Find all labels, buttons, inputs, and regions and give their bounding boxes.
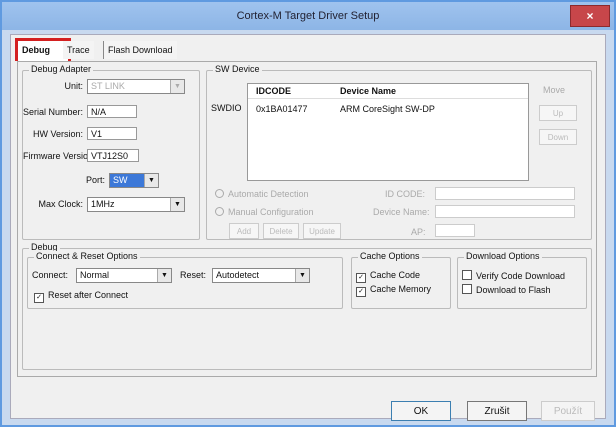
reset-label: Reset: xyxy=(180,270,207,280)
manual-config-radio[interactable]: Manual Configuration xyxy=(215,207,314,217)
unit-value: ST LINK xyxy=(91,81,125,91)
move-down-button[interactable]: Down xyxy=(539,129,577,145)
unit-select[interactable]: ST LINK ▼ xyxy=(87,79,185,94)
auto-detection-radio[interactable]: Automatic Detection xyxy=(215,189,309,199)
tab-panel: Debug Adapter Unit: ST LINK ▼ Serial Num… xyxy=(17,61,597,377)
swdio-label: SWDIO xyxy=(211,103,242,113)
reset-select[interactable]: Autodetect ▼ xyxy=(212,268,310,283)
cancel-button[interactable]: Zrušit xyxy=(467,401,527,421)
fw-version-field: VTJ12S0 xyxy=(87,149,139,162)
download-options-group: Download Options Verify Code Download Do… xyxy=(457,251,587,309)
serial-field: N/A xyxy=(87,105,137,118)
ap-field[interactable] xyxy=(435,224,475,237)
idcode-field[interactable] xyxy=(435,187,575,200)
cache-memory-label: Cache Memory xyxy=(370,284,432,294)
checkbox-icon xyxy=(462,284,472,294)
cache-code-label: Cache Code xyxy=(370,270,421,280)
dialog-client: Debug Trace Flash Download Debug Adapter… xyxy=(10,34,606,421)
row-idcode[interactable]: 0x1BA01477 xyxy=(256,104,308,114)
radio-icon xyxy=(215,207,224,216)
connect-label: Connect: xyxy=(32,270,69,280)
download-to-flash-label: Download to Flash xyxy=(476,285,551,295)
radio-icon xyxy=(215,189,224,198)
move-label: Move xyxy=(543,85,566,95)
group-label: Download Options xyxy=(464,251,542,261)
download-to-flash-checkbox[interactable]: Download to Flash xyxy=(462,284,551,295)
connect-value: Normal xyxy=(80,270,110,280)
unit-label: Unit: xyxy=(64,81,83,91)
sw-device-list[interactable]: IDCODE Device Name 0x1BA01477 ARM CoreSi… xyxy=(247,83,529,181)
group-label: Debug Adapter xyxy=(29,64,94,74)
move-up-button[interactable]: Up xyxy=(539,105,577,121)
cache-options-group: Cache Options ✓ Cache Code ✓ Cache Memory xyxy=(351,251,451,309)
checkmark-icon: ✓ xyxy=(34,293,44,303)
hw-version-field: V1 xyxy=(87,127,137,140)
title-bar[interactable]: Cortex-M Target Driver Setup × xyxy=(2,2,614,30)
fw-version-label: Firmware Version: xyxy=(23,151,96,161)
checkmark-icon: ✓ xyxy=(356,287,366,297)
add-button[interactable]: Add xyxy=(229,223,259,239)
group-label: Cache Options xyxy=(358,251,422,261)
debug-adapter-group: Debug Adapter Unit: ST LINK ▼ Serial Num… xyxy=(22,64,200,240)
ok-button[interactable]: OK xyxy=(391,401,451,421)
max-clock-label: Max Clock: xyxy=(38,199,83,209)
max-clock-value: 1MHz xyxy=(91,199,115,209)
serial-label: Serial Number: xyxy=(23,107,84,117)
tab-flash-download[interactable]: Flash Download xyxy=(103,41,177,59)
cache-code-checkbox[interactable]: ✓ Cache Code xyxy=(356,270,420,283)
group-label: Connect & Reset Options xyxy=(34,251,140,261)
port-label: Port: xyxy=(85,175,105,185)
col-idcode: IDCODE xyxy=(256,86,292,96)
dialog-window: Cortex-M Target Driver Setup × Debug Tra… xyxy=(0,0,616,427)
idcode-label: ID CODE: xyxy=(385,189,426,199)
tab-trace[interactable]: Trace xyxy=(63,41,94,59)
reset-after-connect-label: Reset after Connect xyxy=(48,290,129,300)
auto-detection-label: Automatic Detection xyxy=(228,189,309,199)
col-device-name: Device Name xyxy=(340,86,397,96)
chevron-down-icon: ▼ xyxy=(157,269,171,282)
connect-reset-group: Connect & Reset Options Connect: Normal … xyxy=(27,251,343,309)
port-select[interactable]: SW ▼ xyxy=(109,173,159,188)
connect-select[interactable]: Normal ▼ xyxy=(76,268,172,283)
close-button[interactable]: × xyxy=(570,5,610,27)
sw-device-group: SW Device SWDIO IDCODE Device Name 0x1BA… xyxy=(206,64,592,240)
reset-value: Autodetect xyxy=(216,270,260,280)
debug-group: Debug Connect & Reset Options Connect: N… xyxy=(22,242,592,370)
verify-code-download-label: Verify Code Download xyxy=(476,271,566,281)
chevron-down-icon: ▼ xyxy=(295,269,309,282)
update-button[interactable]: Update xyxy=(303,223,341,239)
chevron-down-icon: ▼ xyxy=(170,198,184,211)
device-name-label: Device Name: xyxy=(373,207,430,217)
apply-button[interactable]: Použít xyxy=(541,401,595,421)
group-label: SW Device xyxy=(213,64,262,74)
max-clock-select[interactable]: 1MHz ▼ xyxy=(87,197,185,212)
ap-label: AP: xyxy=(411,227,426,237)
port-value: SW xyxy=(113,175,128,185)
hw-version-label: HW Version: xyxy=(32,129,83,139)
delete-button[interactable]: Delete xyxy=(263,223,299,239)
cache-memory-checkbox[interactable]: ✓ Cache Memory xyxy=(356,284,431,297)
device-name-field[interactable] xyxy=(435,205,575,218)
reset-after-connect-checkbox[interactable]: ✓ Reset after Connect xyxy=(34,290,128,303)
verify-code-download-checkbox[interactable]: Verify Code Download xyxy=(462,270,565,281)
checkbox-icon xyxy=(462,270,472,280)
manual-config-label: Manual Configuration xyxy=(228,207,314,217)
row-device-name[interactable]: ARM CoreSight SW-DP xyxy=(340,104,435,114)
window-title: Cortex-M Target Driver Setup xyxy=(236,10,380,22)
chevron-down-icon: ▼ xyxy=(170,80,184,93)
checkmark-icon: ✓ xyxy=(356,273,366,283)
chevron-down-icon: ▼ xyxy=(144,174,158,187)
